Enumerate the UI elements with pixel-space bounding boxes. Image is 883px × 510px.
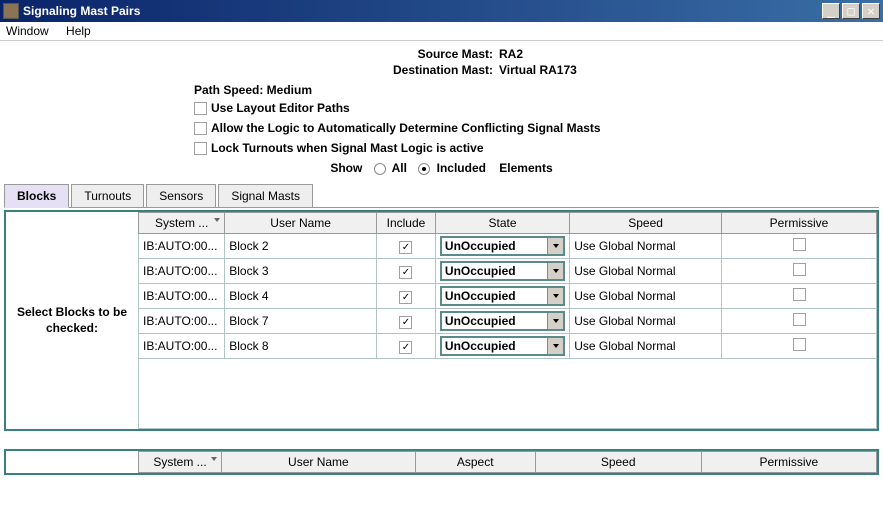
menu-bar: Window Help xyxy=(0,22,883,41)
app-icon xyxy=(3,3,19,19)
source-mast-label: Source Mast: xyxy=(4,47,499,61)
cell-username: Block 2 xyxy=(225,234,377,259)
cell-username: Block 7 xyxy=(225,309,377,334)
cell-username: Block 8 xyxy=(225,334,377,359)
permissive-checkbox[interactable] xyxy=(793,288,806,301)
cell-speed: Use Global Normal xyxy=(570,309,722,334)
show-label: Show xyxy=(330,161,362,175)
tab-blocks[interactable]: Blocks xyxy=(4,184,69,208)
col2-speed[interactable]: Speed xyxy=(535,452,701,473)
show-filter-row: Show All Included Elements xyxy=(4,161,879,175)
elements-label: Elements xyxy=(499,161,552,175)
table-row[interactable]: IB:AUTO:00...Block 7 ✓ UnOccupiedUse Globa… xyxy=(139,309,877,334)
menu-window[interactable]: Window xyxy=(6,24,49,38)
state-dropdown[interactable]: UnOccupied xyxy=(440,286,565,306)
state-dropdown[interactable]: UnOccupied xyxy=(440,236,565,256)
cell-speed: Use Global Normal xyxy=(570,234,722,259)
chevron-down-icon xyxy=(547,288,563,304)
cell-username: Block 4 xyxy=(225,284,377,309)
lower-caption xyxy=(6,451,138,473)
col-state[interactable]: State xyxy=(435,213,569,234)
col2-permissive[interactable]: Permissive xyxy=(701,452,876,473)
include-checkbox[interactable]: ✓ xyxy=(399,266,412,279)
col-permissive[interactable]: Permissive xyxy=(722,213,877,234)
table-row[interactable]: IB:AUTO:00...Block 8 ✓ UnOccupiedUse Globa… xyxy=(139,334,877,359)
tab-bar: Blocks Turnouts Sensors Signal Masts xyxy=(4,183,879,208)
table-row[interactable]: IB:AUTO:00...Block 4 ✓ UnOccupiedUse Globa… xyxy=(139,284,877,309)
col-speed[interactable]: Speed xyxy=(570,213,722,234)
dest-mast-label: Destination Mast: xyxy=(4,63,499,77)
cell-speed: Use Global Normal xyxy=(570,259,722,284)
cell-speed: Use Global Normal xyxy=(570,284,722,309)
tab-turnouts[interactable]: Turnouts xyxy=(71,184,144,208)
radio-included[interactable] xyxy=(418,163,430,175)
minimize-button[interactable]: _ xyxy=(822,3,840,19)
permissive-checkbox[interactable] xyxy=(793,338,806,351)
radio-all[interactable] xyxy=(374,163,386,175)
sort-icon xyxy=(214,218,220,222)
close-button[interactable]: ✕ xyxy=(862,3,880,19)
table-empty-area xyxy=(138,359,877,429)
include-checkbox[interactable]: ✓ xyxy=(399,241,412,254)
auto-determine-checkbox[interactable] xyxy=(194,122,207,135)
chevron-down-icon xyxy=(547,338,563,354)
tab-sensors[interactable]: Sensors xyxy=(146,184,216,208)
chevron-down-icon xyxy=(547,238,563,254)
lock-turnouts-label: Lock Turnouts when Signal Mast Logic is … xyxy=(211,141,484,155)
state-dropdown[interactable]: UnOccupied xyxy=(440,261,565,281)
permissive-checkbox[interactable] xyxy=(793,313,806,326)
col2-system[interactable]: System ... xyxy=(139,452,222,473)
cell-username: Block 3 xyxy=(225,259,377,284)
col2-username[interactable]: User Name xyxy=(222,452,416,473)
radio-all-label: All xyxy=(392,161,407,175)
maximize-button[interactable]: □ xyxy=(842,3,860,19)
cell-system: IB:AUTO:00... xyxy=(139,334,225,359)
col2-aspect[interactable]: Aspect xyxy=(415,452,535,473)
state-dropdown[interactable]: UnOccupied xyxy=(440,336,565,356)
cell-system: IB:AUTO:00... xyxy=(139,234,225,259)
blocks-table-frame: Select Blocks to be checked: System ... … xyxy=(4,210,879,431)
include-checkbox[interactable]: ✓ xyxy=(399,291,412,304)
lower-table-frame: System ... User Name Aspect Speed Permis… xyxy=(4,449,879,475)
lock-turnouts-checkbox[interactable] xyxy=(194,142,207,155)
chevron-down-icon xyxy=(547,263,563,279)
col-include[interactable]: Include xyxy=(377,213,436,234)
state-dropdown[interactable]: UnOccupied xyxy=(440,311,565,331)
table-row[interactable]: IB:AUTO:00...Block 2 ✓ UnOccupiedUse Globa… xyxy=(139,234,877,259)
table-row[interactable]: IB:AUTO:00...Block 3 ✓ UnOccupiedUse Globa… xyxy=(139,259,877,284)
path-speed-label: Path Speed: Medium xyxy=(194,83,879,97)
include-checkbox[interactable]: ✓ xyxy=(399,316,412,329)
include-checkbox[interactable]: ✓ xyxy=(399,341,412,354)
window-title: Signaling Mast Pairs xyxy=(23,4,822,18)
tab-signal-masts[interactable]: Signal Masts xyxy=(218,184,313,208)
source-mast-value: RA2 xyxy=(499,47,523,61)
cell-speed: Use Global Normal xyxy=(570,334,722,359)
cell-system: IB:AUTO:00... xyxy=(139,284,225,309)
chevron-down-icon xyxy=(547,313,563,329)
blocks-table: System ... User Name Include State Speed… xyxy=(138,212,877,359)
permissive-checkbox[interactable] xyxy=(793,238,806,251)
dest-mast-value: Virtual RA173 xyxy=(499,63,577,77)
use-layout-label: Use Layout Editor Paths xyxy=(211,101,350,115)
lower-table: System ... User Name Aspect Speed Permis… xyxy=(138,451,877,473)
radio-included-label: Included xyxy=(437,161,486,175)
title-bar: Signaling Mast Pairs _ □ ✕ xyxy=(0,0,883,22)
permissive-checkbox[interactable] xyxy=(793,263,806,276)
col-username[interactable]: User Name xyxy=(225,213,377,234)
cell-system: IB:AUTO:00... xyxy=(139,259,225,284)
menu-help[interactable]: Help xyxy=(66,24,91,38)
blocks-caption: Select Blocks to be checked: xyxy=(6,212,138,429)
use-layout-checkbox[interactable] xyxy=(194,102,207,115)
col-system[interactable]: System ... xyxy=(139,213,225,234)
sort-icon xyxy=(211,457,217,461)
auto-determine-label: Allow the Logic to Automatically Determi… xyxy=(211,121,601,135)
cell-system: IB:AUTO:00... xyxy=(139,309,225,334)
